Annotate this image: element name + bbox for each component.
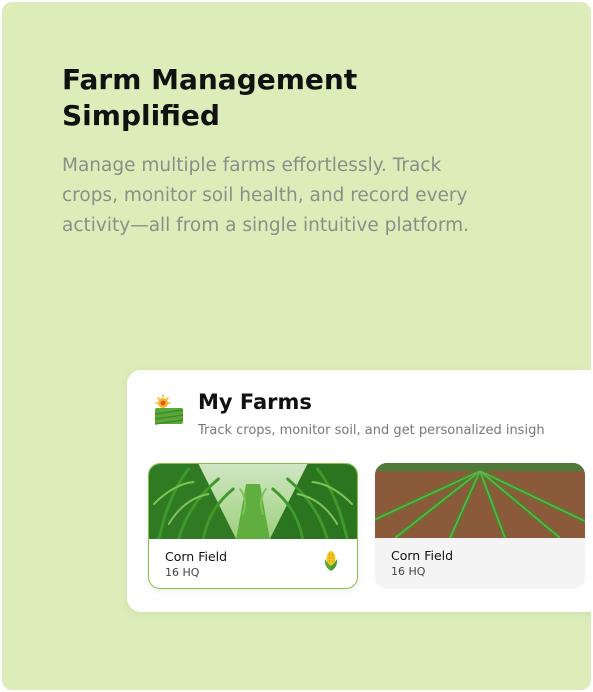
my-farms-card: My Farms Track crops, monitor soil, and … <box>127 370 591 612</box>
my-farms-title: My Farms <box>198 390 312 414</box>
farm-card-selected[interactable]: Corn Field 16 HQ <box>148 463 358 589</box>
corn-icon <box>324 551 338 571</box>
hero-title: Farm Management Simplified <box>62 63 358 132</box>
hero-description: Manage multiple farms effortlessly. Trac… <box>62 155 470 236</box>
corn-field-image <box>149 464 357 539</box>
hero-panel: Farm Management Simplified Manage multip… <box>2 2 591 690</box>
my-farms-subtitle: Track crops, monitor soil, and get perso… <box>198 423 545 438</box>
farm-size: 16 HQ <box>165 566 200 579</box>
farm-size: 16 HQ <box>391 565 426 578</box>
farm-name: Corn Field <box>165 549 228 564</box>
farm-field-icon <box>154 394 184 425</box>
field-rows-image <box>375 463 585 538</box>
farm-card[interactable]: Corn Field 16 HQ <box>375 463 585 589</box>
farm-name: Corn Field <box>391 548 454 563</box>
